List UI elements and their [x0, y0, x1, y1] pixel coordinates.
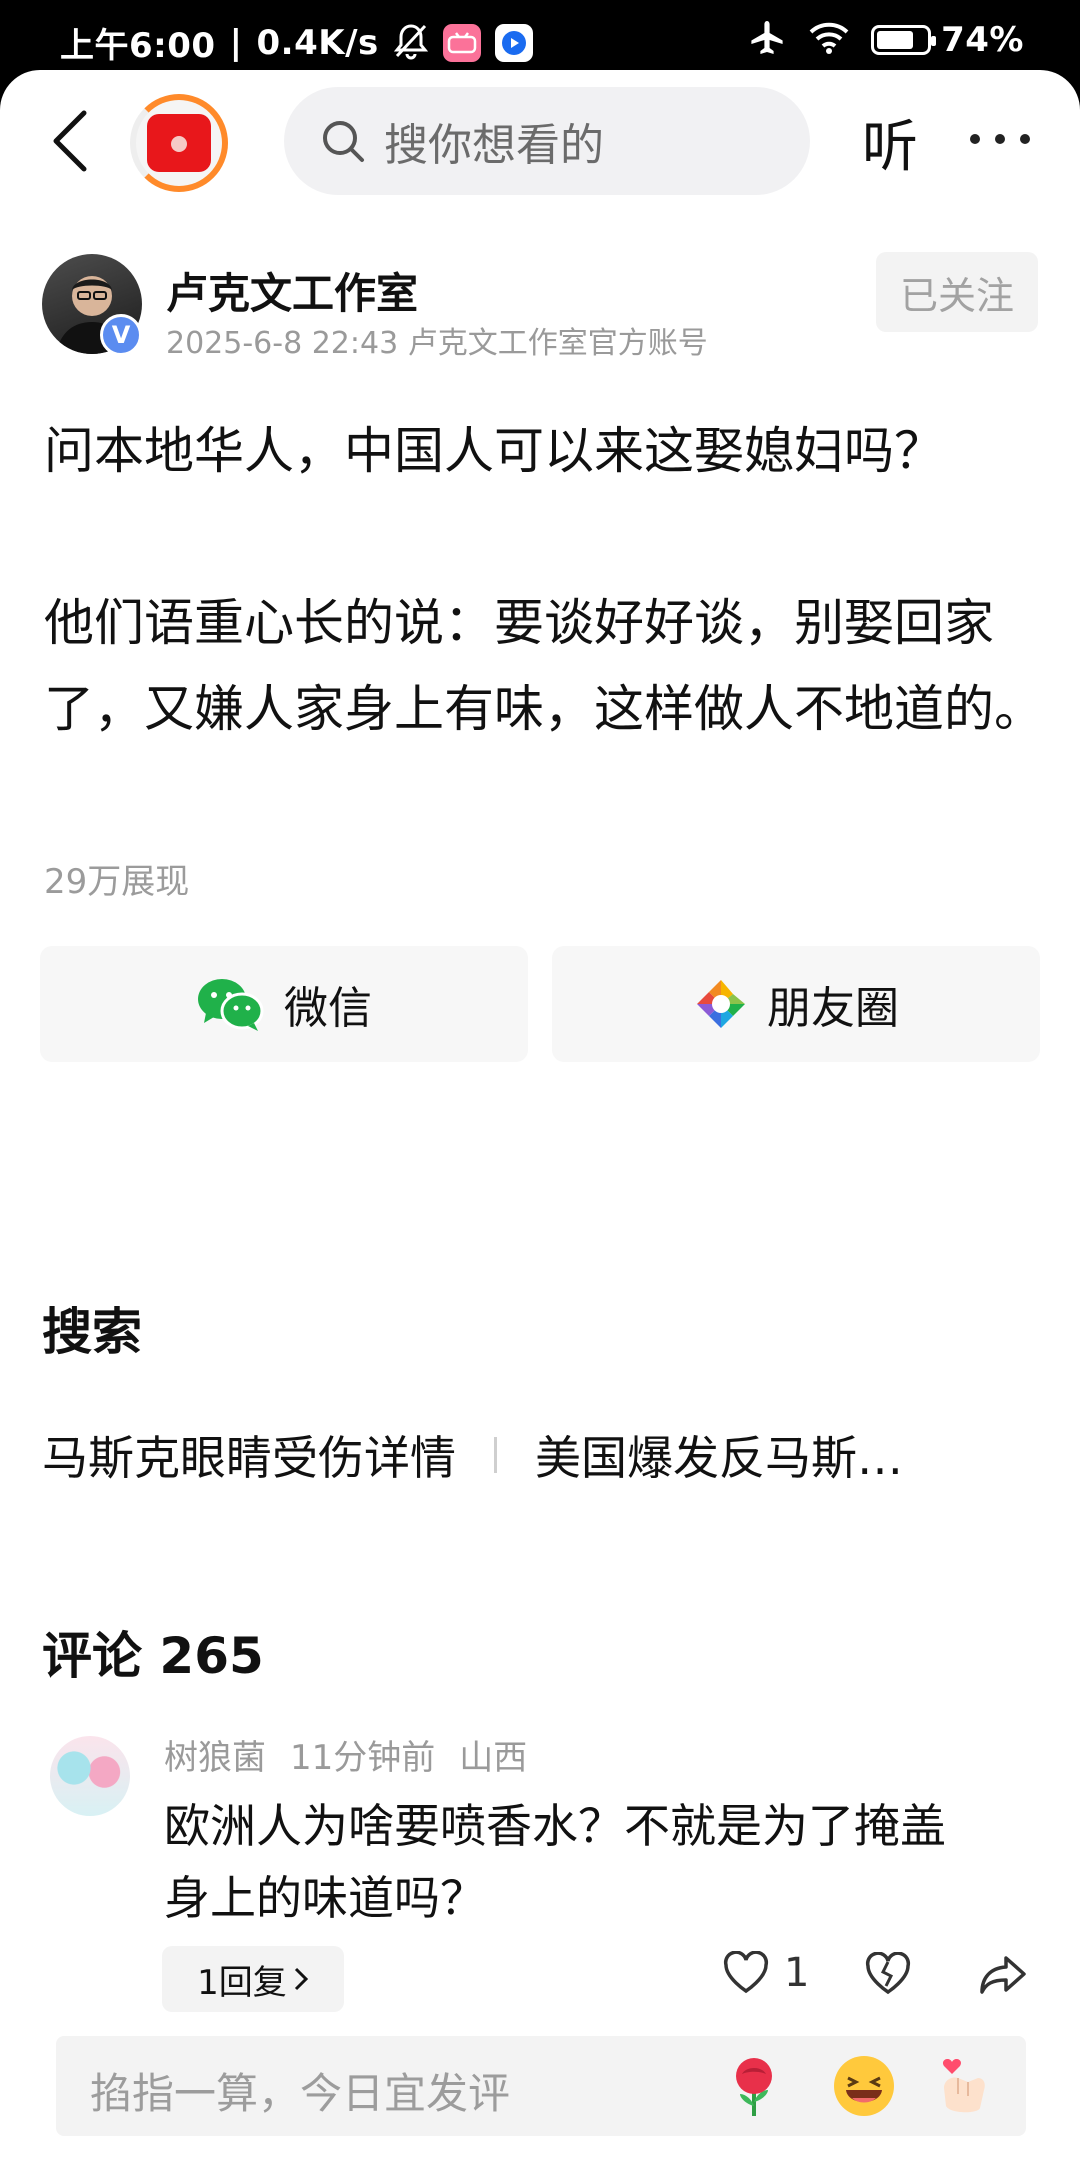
app-surface: 搜你想看的 听 V 卢克文工作室 2025-6-8 22:43 卢克文工作室官方… — [0, 70, 1080, 2160]
follow-button[interactable]: 已关注 — [876, 252, 1038, 332]
trend-item[interactable]: 美国爆发反马斯… — [535, 1422, 903, 1488]
comment-location: 山西 — [459, 1738, 528, 1778]
heart-icon — [723, 1951, 769, 1994]
comments-title: 评论 265 — [42, 1627, 264, 1685]
wechat-icon — [198, 979, 264, 1031]
share-arrow-icon[interactable] — [978, 1954, 1028, 2000]
share-moments-button[interactable]: 朋友圈 — [552, 946, 1040, 1062]
share-moments-label: 朋友圈 — [767, 983, 899, 1034]
battery-percent: 74% — [941, 20, 1024, 60]
battery-icon: 74% — [871, 20, 1024, 60]
comment-time: 11分钟前 — [290, 1738, 436, 1778]
author-row: V 卢克文工作室 2025-6-8 22:43 卢克文工作室官方账号 已关注 — [40, 252, 1040, 362]
search-section-title: 搜索 — [42, 1303, 142, 1361]
like-count: 1 — [784, 1950, 810, 1996]
listen-button[interactable]: 听 — [862, 102, 918, 183]
comment-input[interactable]: 掐指一算，今日宜发评 — [56, 2036, 1026, 2136]
trending-searches: 马斯克眼睛受伤详情 美国爆发反马斯… — [42, 1422, 1042, 1488]
status-bar: 上午6:00 | 0.4K/s 74% — [0, 0, 1080, 80]
view-replies-button[interactable]: 1回复 — [162, 1946, 344, 2012]
airplane-icon — [747, 18, 787, 62]
share-wechat-button[interactable]: 微信 — [40, 946, 528, 1062]
more-dots-icon[interactable] — [970, 124, 1030, 154]
chevron-right-icon — [294, 1967, 308, 1991]
author-name[interactable]: 卢克文工作室 — [166, 260, 418, 321]
comment-input-placeholder: 掐指一算，今日宜发评 — [90, 2069, 511, 2118]
post-paragraph: 他们语重心长的说：要谈好好谈，别娶回家了，又嫌人家身上有味，这样做人不地道的。 — [44, 594, 1044, 738]
like-button[interactable]: 1 — [722, 1950, 809, 1996]
share-row: 微信 朋友圈 — [40, 946, 1040, 1062]
app-logo[interactable] — [130, 94, 228, 192]
search-placeholder: 搜你想看的 — [384, 120, 604, 171]
finger-heart-emoji[interactable] — [930, 2052, 998, 2120]
wifi-icon — [809, 21, 849, 59]
broken-heart-icon[interactable] — [864, 1951, 912, 2000]
post-meta: 2025-6-8 22:43 卢克文工作室官方账号 — [166, 326, 708, 361]
network-speed: 0.4K/s — [256, 22, 379, 63]
post-paragraph: 问本地华人，中国人可以来这娶媳妇吗？ — [44, 422, 944, 480]
video-app-icon — [494, 23, 533, 62]
share-wechat-label: 微信 — [284, 983, 372, 1034]
view-count: 29万展现 — [44, 862, 190, 902]
status-time: 上午6:00 — [60, 26, 216, 66]
reply-count: 1回复 — [197, 1962, 287, 2003]
moments-icon — [697, 980, 745, 1028]
verified-badge: V — [100, 314, 142, 356]
post-body: 问本地华人，中国人可以来这娶媳妇吗？ 他们语重心长的说：要谈好好谈，别娶回家了，… — [44, 408, 1044, 752]
top-navigation: 搜你想看的 听 — [0, 70, 1080, 210]
rose-emoji[interactable] — [720, 2052, 788, 2120]
mute-bell-icon — [393, 22, 429, 64]
laughing-emoji[interactable] — [830, 2052, 898, 2120]
trend-item[interactable]: 马斯克眼睛受伤详情 — [42, 1422, 456, 1488]
commenter-name[interactable]: 树狼菌 — [164, 1730, 266, 1779]
search-icon — [323, 121, 364, 162]
divider — [494, 1437, 497, 1473]
commenter-avatar[interactable] — [50, 1736, 130, 1816]
comment-text[interactable]: 欧洲人为啥要喷香水？不就是为了掩盖 身上的味道吗？ — [164, 1790, 1024, 1934]
search-bar[interactable]: 搜你想看的 — [284, 87, 810, 195]
back-arrow-icon — [53, 110, 87, 172]
comment-meta: 树狼菌 11分钟前 山西 — [164, 1730, 527, 1779]
bilibili-app-icon — [442, 23, 481, 62]
back-button[interactable] — [40, 106, 100, 176]
